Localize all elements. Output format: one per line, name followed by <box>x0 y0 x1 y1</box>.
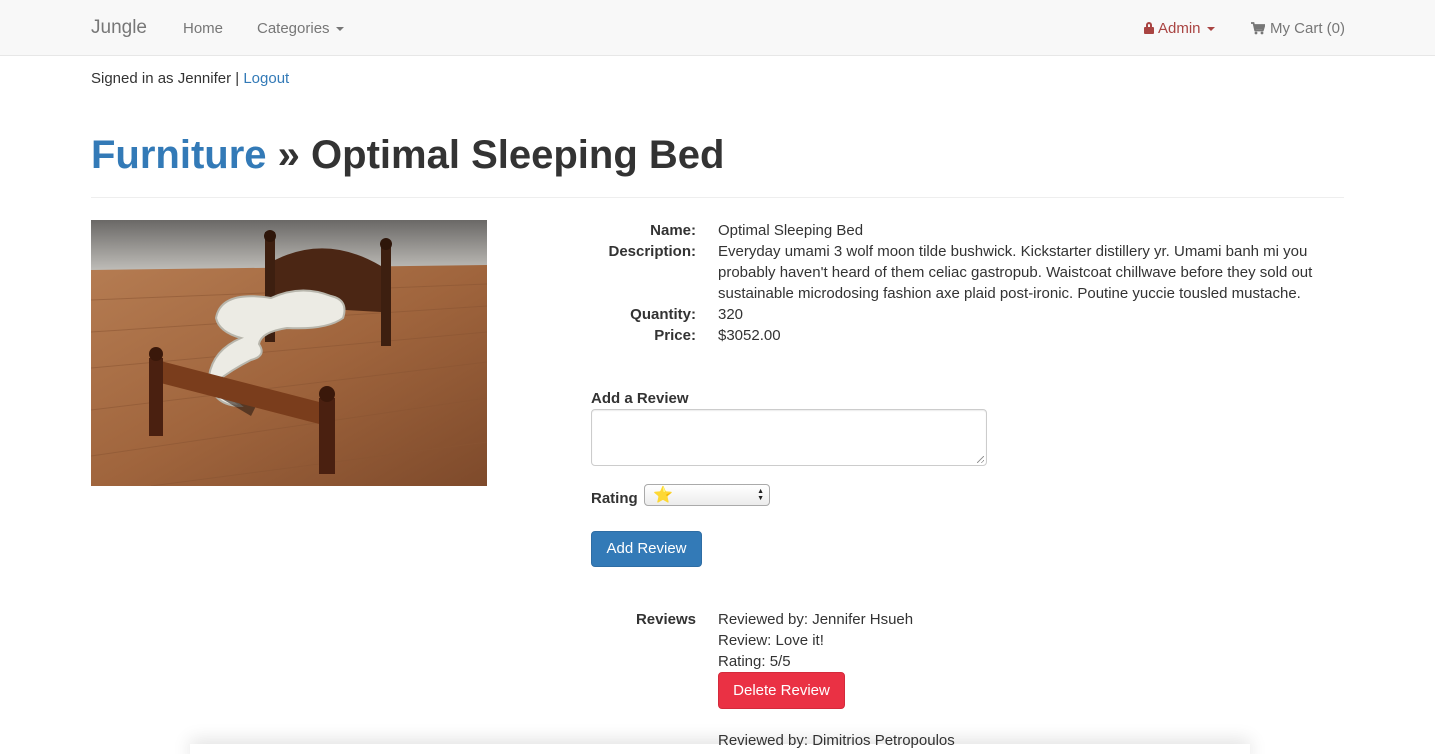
description-value: Everyday umami 3 wolf moon tilde bushwic… <box>718 243 1313 302</box>
resize-handle-icon[interactable] <box>977 456 984 463</box>
quantity-value: 320 <box>718 306 744 323</box>
product-image <box>91 220 487 486</box>
price-value: $3052.00 <box>718 327 781 344</box>
shopping-cart-icon <box>1251 22 1265 35</box>
signed-in-status: Signed in as Jennifer | Logout <box>91 68 289 89</box>
caret-down-icon <box>335 27 344 32</box>
add-review-button[interactable]: Add Review <box>591 531 702 567</box>
name-label: Name: <box>650 222 696 239</box>
add-review-label: Add a Review <box>591 390 689 407</box>
lock-icon <box>1144 22 1154 34</box>
delete-review-button[interactable]: Delete Review <box>718 672 845 709</box>
description-label: Description: <box>608 243 696 260</box>
category-breadcrumb-link[interactable]: Furniture <box>91 133 267 177</box>
nav-categories-dropdown[interactable]: Categories <box>257 18 344 39</box>
nav-admin-dropdown[interactable]: Admin <box>1144 18 1215 39</box>
reviews-label: Reviews <box>635 611 696 628</box>
brand-link[interactable]: Jungle <box>91 16 147 40</box>
review-rating: Rating: 5/5 <box>718 653 791 670</box>
nav-admin-label: Admin <box>1158 20 1201 37</box>
review-author: Reviewed by: Dimitrios Petropoulos <box>718 732 955 749</box>
title-separator: » <box>277 133 300 177</box>
review-text: Review: Love it! <box>718 632 824 649</box>
signed-in-text: Signed in as Jennifer | <box>91 70 240 87</box>
page-title: Furniture » Optimal Sleeping Bed <box>91 131 724 179</box>
price-label: Price: <box>654 327 696 344</box>
nav-home-link[interactable]: Home <box>183 18 223 39</box>
review-author: Reviewed by: Jennifer Hsueh <box>718 611 914 628</box>
header-divider <box>91 197 1344 198</box>
quantity-label: Quantity: <box>630 306 696 323</box>
select-arrows-icon: ▲ ▼ <box>757 488 764 502</box>
rating-select[interactable]: ⭐ ▲ ▼ <box>644 484 770 506</box>
nav-categories-label: Categories <box>257 20 330 37</box>
nav-cart-link[interactable]: My Cart (0) <box>1251 18 1345 39</box>
rating-label: Rating <box>591 490 638 507</box>
review-textarea[interactable] <box>591 409 987 466</box>
star-icon: ⭐ <box>653 487 673 504</box>
nav-cart-label: My Cart (0) <box>1270 20 1345 37</box>
product-title: Optimal Sleeping Bed <box>311 133 725 177</box>
logout-link[interactable]: Logout <box>243 70 289 87</box>
top-navbar: Jungle Home Categories Admin My Cart (0) <box>0 0 1435 56</box>
caret-down-icon <box>1206 27 1215 32</box>
name-value: Optimal Sleeping Bed <box>718 222 864 239</box>
